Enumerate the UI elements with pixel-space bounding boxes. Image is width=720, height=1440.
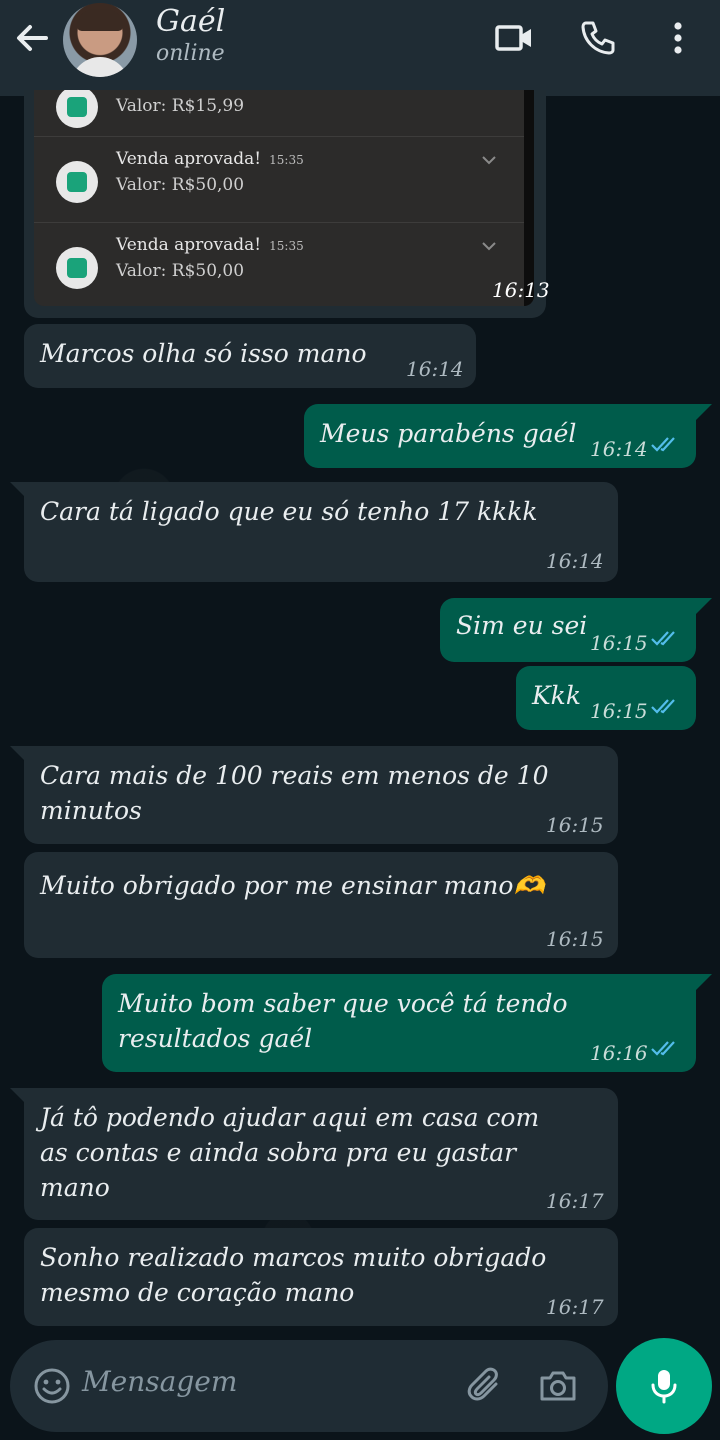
- message-time: 16:14: [546, 549, 604, 573]
- notification-value: Valor: R$15,99: [116, 96, 245, 116]
- incoming-message-bubble[interactable]: Muito obrigado por me ensinar mano🫶 16:1…: [24, 852, 618, 958]
- message-time: 16:17: [546, 1189, 604, 1213]
- outgoing-message-bubble[interactable]: Muito bom saber que você tá tendo result…: [102, 974, 712, 1072]
- message-time: 16:14: [590, 437, 648, 461]
- message-text: as contas e ainda sobra pra eu gastar: [40, 1138, 517, 1167]
- notification-title: Venda aprovada!: [116, 235, 262, 255]
- message-time: 16:15: [590, 631, 648, 655]
- message-time: 16:15: [546, 813, 604, 837]
- bubble-tail: [696, 974, 712, 990]
- read-receipt-icon: [651, 1041, 675, 1056]
- notification-value: Valor: R$50,00: [116, 261, 245, 281]
- incoming-message-bubble[interactable]: Cara mais de 100 reais em menos de 10 mi…: [10, 746, 618, 844]
- message-text: Muito bom saber que você tá tendo: [118, 989, 568, 1018]
- voice-record-button[interactable]: [616, 1338, 712, 1434]
- message-time: 16:15: [546, 927, 604, 951]
- bubble-tail: [696, 404, 712, 420]
- outgoing-message-bubble[interactable]: Meus parabéns gaél 16:14: [304, 404, 712, 468]
- back-arrow-icon[interactable]: [12, 18, 52, 58]
- incoming-message-bubble[interactable]: Já tô podendo ajudar aqui em casa com as…: [10, 1088, 618, 1220]
- outgoing-message-bubble[interactable]: Kkk 16:15: [516, 666, 696, 730]
- message-text: Já tô podendo ajudar aqui em casa com: [40, 1103, 540, 1132]
- contact-status: online: [156, 41, 225, 66]
- bubble-tail: [10, 1088, 26, 1104]
- bubble-tail: [10, 746, 26, 762]
- read-receipt-icon: [651, 437, 675, 452]
- more-options-icon[interactable]: [658, 18, 698, 58]
- outgoing-message-bubble[interactable]: Sim eu sei 16:15: [440, 598, 712, 662]
- app-notification-icon: [56, 90, 98, 128]
- screenshot-edge: [524, 90, 534, 306]
- message-text: Kkk: [532, 681, 581, 710]
- notification-time: 15:35: [269, 153, 304, 167]
- contact-name[interactable]: Gaél: [156, 4, 225, 39]
- notification-time: 15:35: [269, 239, 304, 253]
- message-time: 16:16: [590, 1041, 648, 1065]
- notification-title: Venda aprovada!: [116, 149, 262, 169]
- message-text: Cara mais de 100 reais em menos de 10: [40, 761, 549, 790]
- chevron-down-icon: [482, 242, 496, 251]
- message-text: Sonho realizado marcos muito obrigado: [40, 1243, 547, 1272]
- app-notification-icon: [56, 161, 98, 203]
- message-text: mesmo de coração mano: [40, 1278, 355, 1307]
- message-text: mano: [40, 1173, 110, 1202]
- chevron-down-icon: [482, 156, 496, 165]
- message-text: Marcos olha só isso mano: [40, 339, 367, 368]
- message-time: 16:13: [492, 278, 550, 302]
- incoming-message-bubble[interactable]: Cara tá ligado que eu só tenho 17 kkkk 1…: [10, 482, 618, 582]
- image-message-bubble[interactable]: Valor: R$15,99 Venda aprovada! 15:35 Valo…: [24, 90, 550, 318]
- message-text: Muito obrigado por me ensinar mano🫶: [40, 871, 545, 900]
- screenshot-image[interactable]: Valor: R$15,99 Venda aprovada! 15:35 Valo…: [34, 90, 534, 306]
- message-text: minutos: [40, 796, 142, 825]
- message-time: 16:15: [590, 699, 648, 723]
- microphone-icon: [651, 1370, 677, 1404]
- message-text: Meus parabéns gaél: [320, 419, 577, 448]
- bubble-tail: [10, 482, 26, 498]
- read-receipt-icon: [651, 631, 675, 646]
- message-input[interactable]: Mensagem: [82, 1365, 237, 1398]
- read-receipt-icon: [651, 699, 675, 714]
- message-time: 16:17: [546, 1295, 604, 1319]
- contact-avatar[interactable]: [63, 3, 137, 77]
- video-call-icon[interactable]: [494, 18, 534, 58]
- camera-icon[interactable]: [538, 1366, 578, 1406]
- message-text: Sim eu sei: [456, 611, 588, 640]
- app-notification-icon: [56, 247, 98, 289]
- notification-value: Valor: R$50,00: [116, 175, 245, 195]
- message-time: 16:14: [406, 357, 464, 381]
- emoji-icon[interactable]: [32, 1366, 72, 1406]
- voice-call-icon[interactable]: [578, 18, 618, 58]
- message-text: Cara tá ligado que eu só tenho 17 kkkk: [40, 497, 538, 526]
- attach-icon[interactable]: [466, 1366, 506, 1406]
- bubble-tail: [696, 598, 712, 614]
- incoming-message-bubble[interactable]: Marcos olha só isso mano 16:14: [24, 324, 476, 388]
- message-text: resultados gaél: [118, 1024, 313, 1053]
- message-input-bar[interactable]: Mensagem: [10, 1340, 608, 1432]
- chat-header: Gaél online: [0, 0, 720, 96]
- notification-item: Venda aprovada! 15:35 Valor: R$50,00: [34, 137, 524, 223]
- incoming-message-bubble[interactable]: Sonho realizado marcos muito obrigado me…: [24, 1228, 618, 1326]
- notification-item: Venda aprovada! 15:35 Valor: R$50,00: [34, 223, 524, 306]
